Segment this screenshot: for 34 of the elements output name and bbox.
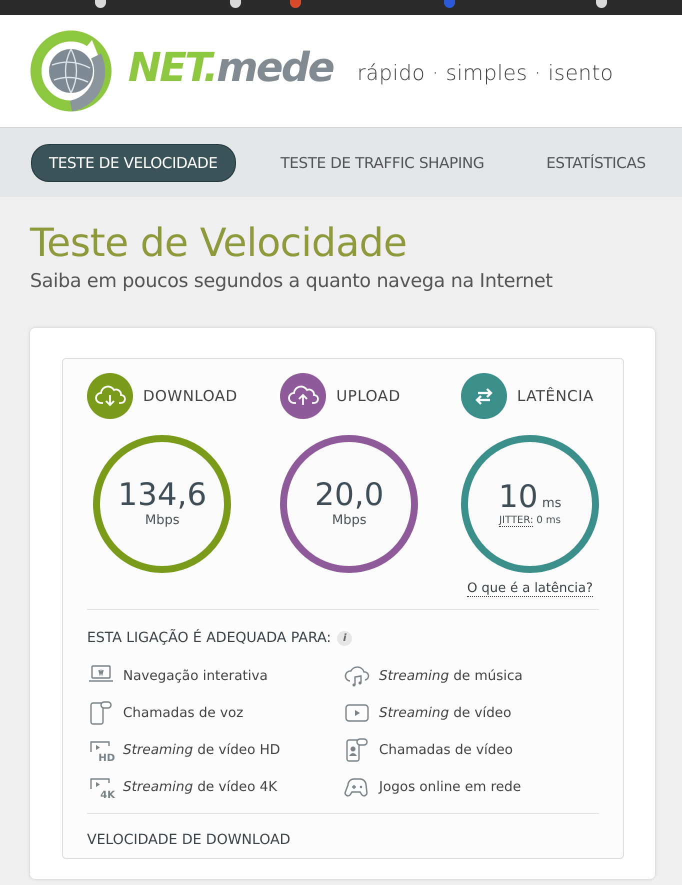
info-icon[interactable]: i xyxy=(337,630,352,646)
tab-favicon-icon[interactable] xyxy=(230,0,241,8)
gauge-value: 20,0 xyxy=(314,480,384,511)
metric-label: DOWNLOAD xyxy=(143,387,238,405)
section-heading: ESTA LIGAÇÃO É ADEQUADA PARA: xyxy=(87,630,332,646)
page-title: Teste de Velocidade xyxy=(30,221,408,266)
suitability-item: Streaming de vídeo 4K xyxy=(123,779,278,795)
metric-label: LATÊNCIA xyxy=(517,387,594,405)
nav-tab[interactable]: ESTATÍSTICAS xyxy=(529,144,663,180)
logo-icon xyxy=(30,30,112,112)
suitability-item: Streaming de música xyxy=(379,668,523,684)
logo-wordmark: NET.mede xyxy=(128,45,334,91)
nav-tab[interactable]: TESTE DE VELOCIDADE xyxy=(31,144,236,182)
gauge-unit: ms xyxy=(542,496,562,510)
gauge-unit: Mbps xyxy=(332,513,367,528)
tab-favicon-icon[interactable] xyxy=(596,0,607,8)
gauge-value: 10 xyxy=(498,482,538,512)
suitability-item: Jogos online em rede xyxy=(379,779,522,795)
tab-favicon-icon[interactable] xyxy=(95,0,106,8)
metric-label: UPLOAD xyxy=(336,387,400,405)
gauge-value: 134,6 xyxy=(118,480,207,511)
suitability-item: Chamadas de vídeo xyxy=(379,742,513,758)
section-heading: VELOCIDADE DE DOWNLOAD xyxy=(87,832,292,848)
page-subtitle: Saiba em poucos segundos a quanto navega na Internet xyxy=(30,270,554,292)
gauge-unit: Mbps xyxy=(145,513,180,528)
jitter-value: 0 ms xyxy=(536,514,561,526)
tagline: rápido · simples · isento xyxy=(357,61,614,85)
suitability-item: Streaming de vídeo HD xyxy=(123,742,280,758)
nav-tab[interactable]: TESTE DE TRAFFIC SHAPING xyxy=(264,144,502,180)
suitability-item: Streaming de vídeo xyxy=(379,705,512,721)
suitability-item: Chamadas de voz xyxy=(123,705,244,721)
latency-link[interactable]: O que é a latência? xyxy=(467,581,593,597)
jitter-label: JITTER: xyxy=(499,514,534,526)
suitability-item: Navegação interativa xyxy=(123,668,268,684)
